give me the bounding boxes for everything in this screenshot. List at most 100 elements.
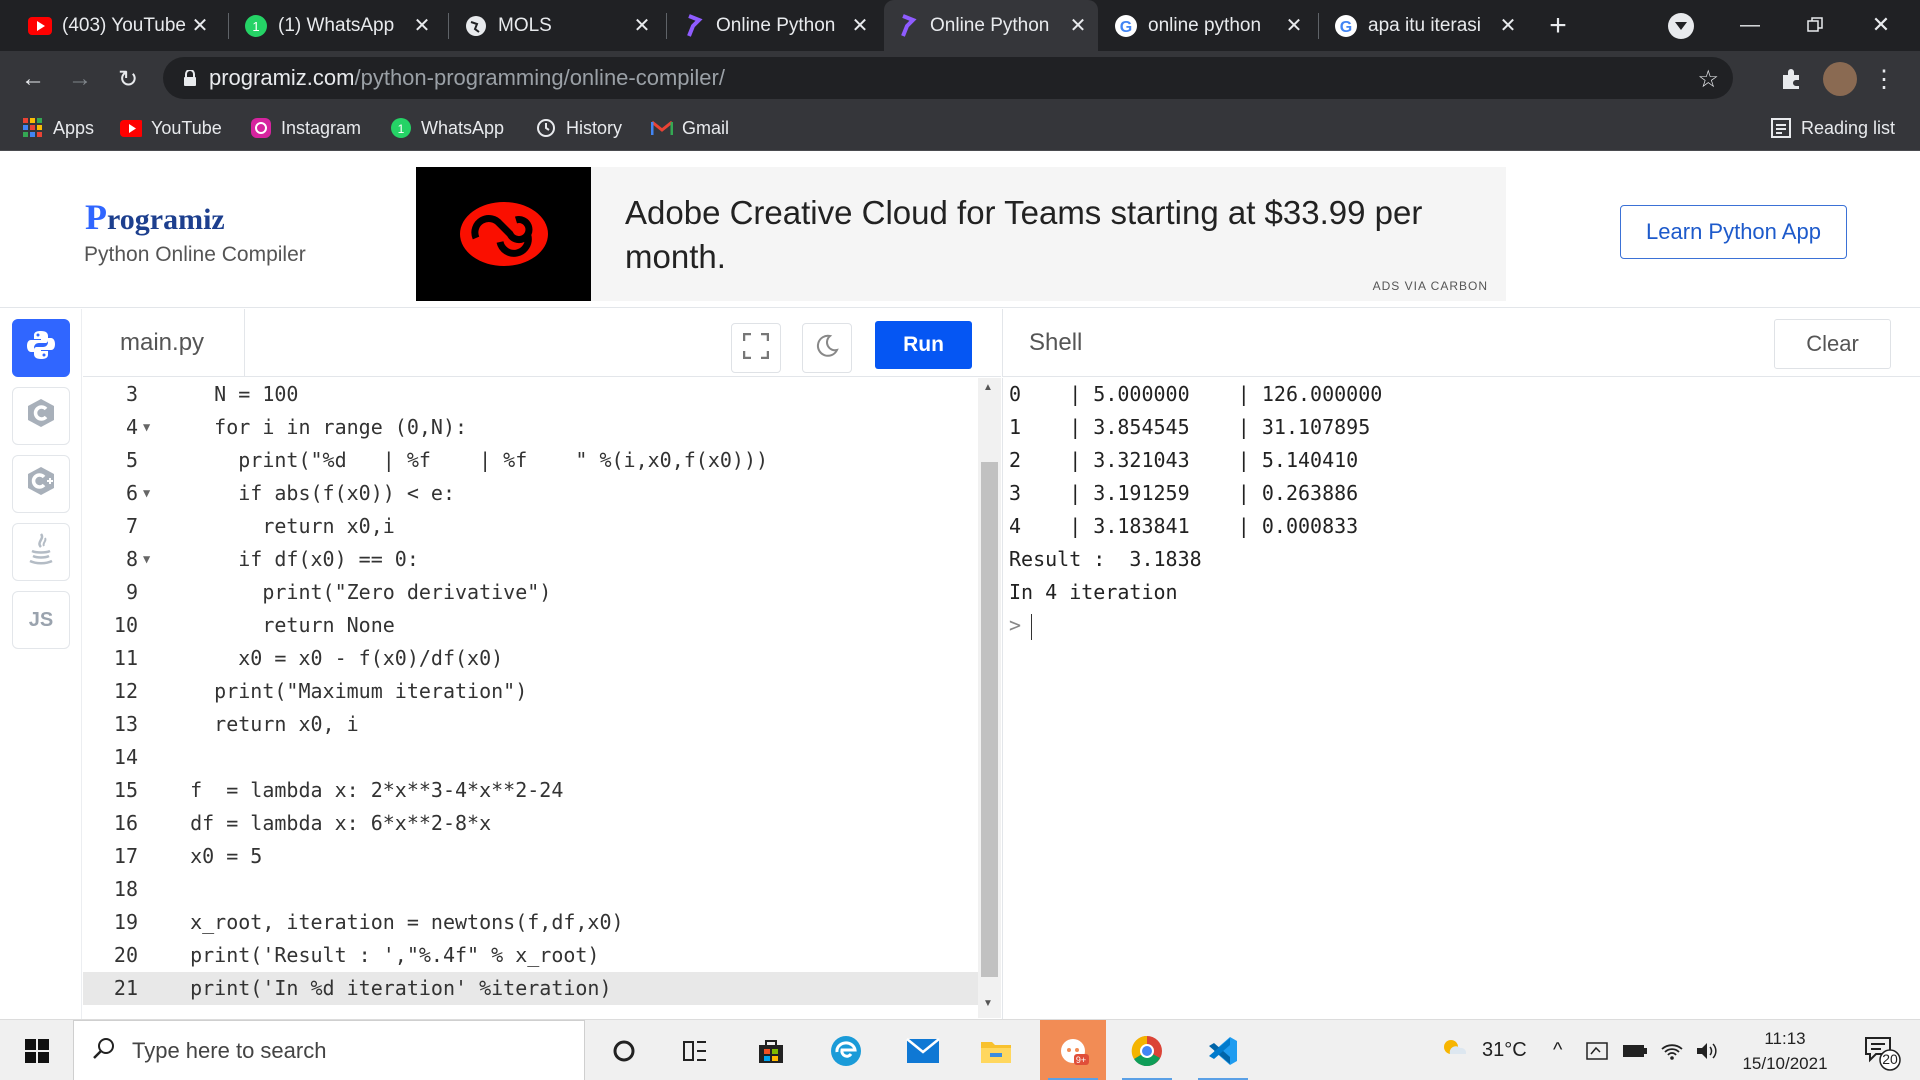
scroll-up-icon[interactable]: ▲ bbox=[983, 382, 993, 393]
cortana-icon[interactable] bbox=[591, 1020, 657, 1080]
ad-attribution[interactable]: ADS VIA CARBON bbox=[1373, 279, 1488, 293]
cpp-language-button[interactable] bbox=[12, 455, 70, 513]
c-language-button[interactable] bbox=[12, 387, 70, 445]
moon-icon bbox=[815, 334, 839, 363]
close-window-icon[interactable]: ✕ bbox=[1866, 10, 1896, 40]
code-text: return None bbox=[166, 613, 395, 637]
chrome-menu-icon[interactable]: ⋮ bbox=[1872, 63, 1896, 95]
discord-icon[interactable]: 9+ bbox=[1040, 1020, 1106, 1080]
code-text: x0 = 5 bbox=[166, 844, 263, 868]
reading-list[interactable]: Reading list bbox=[1770, 105, 1895, 151]
javascript-language-button[interactable]: JS bbox=[12, 591, 70, 649]
code-line: 3 N = 100 bbox=[83, 378, 978, 411]
code-editor[interactable]: 3 N = 100 4 ▼ for i in range (0,N): 5 pri… bbox=[83, 378, 978, 1018]
tab-google-online-python[interactable]: G online python ✕ bbox=[1102, 0, 1314, 51]
close-tab-icon[interactable]: ✕ bbox=[1280, 13, 1308, 38]
shell-output[interactable]: 0 | 5.000000 | 126.000000 1 | 3.854545 |… bbox=[1002, 378, 1920, 1019]
apps-grid-icon bbox=[22, 117, 44, 139]
chrome-icon[interactable] bbox=[1114, 1020, 1180, 1080]
new-tab-icon[interactable]: + bbox=[1540, 8, 1576, 44]
taskbar-search[interactable]: Type here to search bbox=[73, 1020, 585, 1080]
shell-prompt[interactable]: > bbox=[1009, 609, 1033, 642]
task-view-icon[interactable] bbox=[662, 1020, 728, 1080]
battery-icon[interactable] bbox=[1622, 1020, 1648, 1080]
minimize-icon[interactable]: — bbox=[1735, 10, 1765, 40]
bookmark-star-icon[interactable]: ☆ bbox=[1697, 65, 1719, 94]
bookmark-instagram[interactable]: Instagram bbox=[250, 105, 361, 151]
bookmark-apps[interactable]: Apps bbox=[22, 105, 94, 151]
fold-arrow-icon[interactable]: ▼ bbox=[143, 477, 150, 510]
tab-title: Online Python bbox=[716, 14, 836, 36]
vscode-icon[interactable] bbox=[1190, 1020, 1256, 1080]
tab-online-python-1[interactable]: Online Python ✕ bbox=[670, 0, 880, 51]
notifications-icon[interactable]: 20 bbox=[1862, 1032, 1902, 1072]
tab-online-python-2[interactable]: Online Python ✕ bbox=[884, 0, 1098, 51]
cpp-icon bbox=[25, 465, 57, 503]
profile-avatar[interactable] bbox=[1823, 62, 1857, 96]
line-number: 19 bbox=[113, 910, 138, 934]
whatsapp-icon: 1 bbox=[390, 117, 412, 139]
url-text: programiz.com/python-programming/online-… bbox=[209, 65, 725, 91]
lock-icon bbox=[183, 69, 197, 86]
learn-python-app-button[interactable]: Learn Python App bbox=[1620, 205, 1847, 259]
tab-mols[interactable]: MOLS ✕ bbox=[452, 0, 662, 51]
windows-start-icon[interactable] bbox=[4, 1020, 70, 1080]
fold-arrow-icon[interactable]: ▼ bbox=[143, 411, 150, 444]
code-text: print("%d | %f | %f " %(i,x0,f(x0))) bbox=[166, 448, 769, 472]
python-language-button[interactable] bbox=[12, 319, 70, 377]
store-icon[interactable] bbox=[738, 1020, 804, 1080]
scroll-down-icon[interactable]: ▼ bbox=[983, 998, 993, 1009]
run-button[interactable]: Run bbox=[875, 321, 972, 369]
edge-icon[interactable] bbox=[813, 1020, 879, 1080]
bookmark-history[interactable]: History bbox=[535, 105, 622, 151]
editor-scrollbar[interactable]: ▲ ▼ bbox=[978, 378, 1001, 1018]
extensions-icon[interactable] bbox=[1775, 63, 1807, 95]
weather-widget[interactable]: 31°C bbox=[1440, 1020, 1527, 1080]
site-header: Programiz Python Online Compiler Adobe C… bbox=[0, 152, 1920, 308]
reload-icon[interactable]: ↻ bbox=[112, 63, 144, 95]
file-tab-main-py[interactable]: main.py bbox=[83, 309, 245, 377]
bookmark-whatsapp[interactable]: 1 WhatsApp bbox=[390, 105, 504, 151]
java-language-button[interactable] bbox=[12, 523, 70, 581]
network-app-icon[interactable] bbox=[1586, 1020, 1608, 1080]
tab-search-icon[interactable] bbox=[1668, 13, 1694, 39]
restore-icon[interactable] bbox=[1800, 10, 1830, 40]
close-tab-icon[interactable]: ✕ bbox=[1494, 13, 1522, 38]
scrollbar-thumb[interactable] bbox=[981, 462, 998, 977]
line-number: 14 bbox=[113, 745, 138, 769]
clock[interactable]: 11:13 15/10/2021 bbox=[1730, 1026, 1840, 1076]
close-tab-icon[interactable]: ✕ bbox=[1064, 13, 1092, 38]
svg-text:1: 1 bbox=[398, 122, 405, 136]
tab-youtube[interactable]: (403) YouTube ✕ bbox=[16, 0, 220, 51]
fullscreen-button[interactable] bbox=[731, 323, 781, 373]
svg-text:G: G bbox=[1340, 19, 1352, 36]
close-tab-icon[interactable]: ✕ bbox=[846, 13, 874, 38]
file-explorer-icon[interactable] bbox=[963, 1020, 1029, 1080]
line-number: 8 bbox=[125, 547, 138, 571]
volume-icon[interactable] bbox=[1695, 1020, 1721, 1080]
search-placeholder: Type here to search bbox=[132, 1037, 327, 1063]
tab-google-iterasi[interactable]: G apa itu iterasi ✕ bbox=[1322, 0, 1528, 51]
back-icon[interactable]: ← bbox=[17, 63, 49, 95]
mail-icon[interactable] bbox=[890, 1020, 956, 1080]
forward-icon[interactable]: → bbox=[64, 63, 96, 95]
wifi-icon[interactable] bbox=[1660, 1020, 1684, 1080]
page-subtitle: Python Online Compiler bbox=[84, 243, 306, 266]
close-tab-icon[interactable]: ✕ bbox=[408, 13, 436, 38]
show-hidden-icons-chevron[interactable]: ^ bbox=[1553, 1020, 1562, 1080]
close-tab-icon[interactable]: ✕ bbox=[186, 13, 214, 38]
ad-banner[interactable]: Adobe Creative Cloud for Teams starting … bbox=[416, 167, 1506, 301]
tab-whatsapp[interactable]: 1 (1) WhatsApp ✕ bbox=[232, 0, 442, 51]
dark-mode-button[interactable] bbox=[802, 323, 852, 373]
bookmark-gmail[interactable]: Gmail bbox=[651, 105, 729, 151]
prompt-symbol: > bbox=[1009, 613, 1022, 637]
code-text: print('In %d iteration' %iteration) bbox=[166, 976, 612, 1000]
address-bar[interactable]: programiz.com/python-programming/online-… bbox=[163, 57, 1733, 99]
clear-button[interactable]: Clear bbox=[1774, 319, 1891, 369]
line-number: 4 bbox=[125, 415, 138, 439]
bookmark-youtube[interactable]: YouTube bbox=[120, 105, 222, 151]
close-tab-icon[interactable]: ✕ bbox=[628, 13, 656, 38]
fold-arrow-icon[interactable]: ▼ bbox=[143, 543, 150, 576]
programiz-logo[interactable]: Programiz bbox=[85, 196, 225, 238]
code-line: 7 return x0,i bbox=[83, 510, 978, 543]
